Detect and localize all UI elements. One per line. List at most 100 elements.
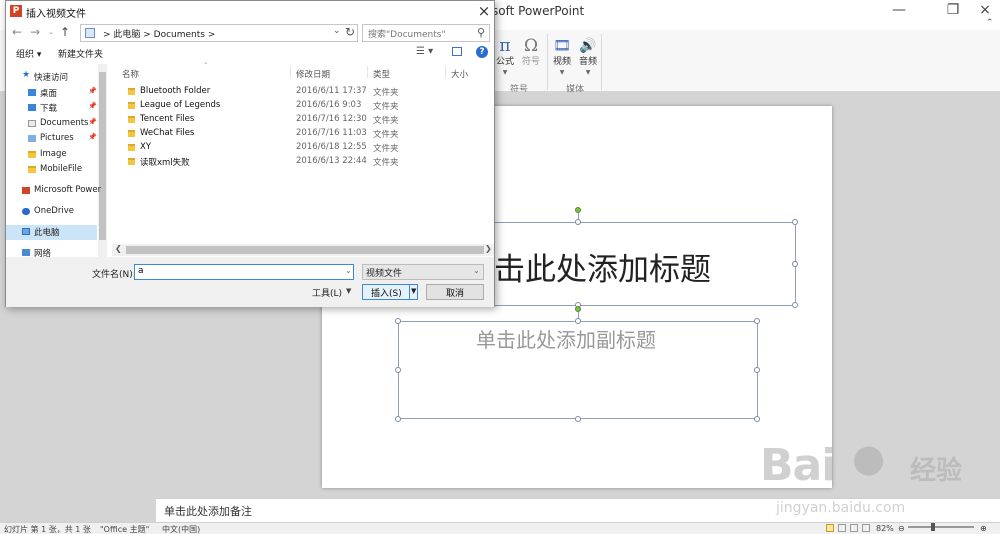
dialog-toolbar: 组织 ▾ 新建文件夹 ☰ ▾ ? [6,44,494,64]
zoom-level[interactable]: 82% [876,524,894,533]
nav-item-desktop[interactable]: 桌面 📌 [6,86,98,101]
folder-icon [28,166,36,173]
nav-item-microsoft-powerpoint[interactable]: Microsoft Power [6,184,101,199]
resize-handle[interactable] [792,302,798,308]
horizontal-scrollbar-thumb[interactable] [126,246,484,254]
nav-item-label: 桌面 [40,89,58,99]
zoom-in-icon[interactable]: ⊕ [980,524,987,533]
resize-handle[interactable] [575,416,581,422]
tools-button[interactable]: 工具(L) [312,286,342,299]
help-icon[interactable]: ? [476,46,488,58]
pin-icon[interactable]: 📌 [88,87,97,95]
file-row[interactable]: XY 2016/6/18 12:55 文件夹 [112,141,494,155]
symbol-button[interactable]: Ω 符号 [516,36,546,68]
zoom-slider-thumb[interactable] [931,523,935,531]
nav-item-network[interactable]: 网络 [6,246,98,257]
close-window-button[interactable]: × [962,0,1000,22]
nav-item-quick-access[interactable]: ★ 快速访问 [6,70,98,85]
new-folder-button[interactable]: 新建文件夹 [58,47,103,60]
resize-handle[interactable] [754,318,760,324]
caret-down-icon[interactable]: ▼ [411,287,416,295]
file-row[interactable]: WeChat Files 2016/7/16 11:03 文件夹 [112,127,494,141]
recent-locations-icon[interactable]: ⌄ [44,28,58,36]
column-header-name[interactable]: 名称 [122,68,139,80]
column-divider[interactable] [290,66,291,78]
column-header-type[interactable]: 类型 [373,68,390,80]
audio-button[interactable]: 🔊 音频 ▼ [573,36,603,77]
chevron-down-icon[interactable]: ⌄ [473,266,480,275]
nav-item-downloads[interactable]: 下载 📌 [6,101,98,116]
slide-sorter-icon[interactable] [838,524,846,532]
column-divider[interactable] [445,66,446,78]
search-icon[interactable]: ⚲ [477,26,485,39]
zoom-slider[interactable] [908,526,974,528]
nav-item-this-pc[interactable]: 此电脑 [6,225,97,240]
filetype-select[interactable]: 视频文件 ⌄ [362,264,484,280]
nav-item-image[interactable]: Image [6,148,98,163]
normal-view-icon[interactable] [826,524,834,532]
zoom-out-icon[interactable]: ⊖ [898,524,905,533]
insert-button[interactable]: 插入(S) ▼ [362,284,418,300]
dialog-close-button[interactable]: × [474,2,494,20]
column-header-date[interactable]: 修改日期 [296,68,330,80]
watermark-url: jingyan.baidu.com [776,500,906,516]
resize-handle[interactable] [792,261,798,267]
scroll-left-icon[interactable]: ❮ [115,244,122,253]
nav-item-mobilefile[interactable]: MobileFile [6,163,98,178]
breadcrumb[interactable]: > 此电脑 > Documents > [103,27,215,40]
nav-item-documents[interactable]: Documents 📌 [6,117,98,132]
nav-item-pictures[interactable]: Pictures 📌 [6,132,98,147]
nav-item-label: Image [40,149,67,159]
file-row[interactable]: 读取xml失败 2016/6/13 22:44 文件夹 [112,155,494,169]
resize-handle[interactable] [395,367,401,373]
ribbon-collapse-icon[interactable]: ⌃ [986,18,994,28]
language-indicator[interactable]: 中文(中国) [162,524,200,534]
nav-item-onedrive[interactable]: OneDrive [6,205,98,220]
resize-handle[interactable] [395,416,401,422]
nav-scrollbar[interactable] [98,64,107,257]
file-name: 读取xml失败 [140,158,190,168]
resize-handle[interactable] [792,219,798,225]
slideshow-icon[interactable] [862,524,870,532]
file-row[interactable]: Bluetooth Folder 2016/6/11 17:37 文件夹 [112,85,494,99]
filename-input[interactable]: a ⌄ [134,264,354,280]
pin-icon[interactable]: 📌 [88,133,97,141]
chevron-down-icon[interactable]: ⌄ [333,26,341,36]
nav-item-label: Pictures [40,133,74,143]
file-row[interactable]: Tencent Files 2016/7/16 12:30 文件夹 [112,113,494,127]
powerpoint-icon: P [10,5,22,17]
chevron-down-icon[interactable]: ⌄ [345,266,352,275]
back-arrow-icon[interactable]: ← [10,25,24,39]
up-arrow-icon[interactable]: ↑ [58,25,72,39]
search-input[interactable]: 搜索"Documents" ⚲ [362,24,490,42]
resize-handle[interactable] [395,318,401,324]
refresh-icon[interactable]: ↻ [345,25,355,39]
nav-scrollbar-thumb[interactable] [99,72,106,240]
dialog-title: 插入视频文件 [26,9,86,20]
resize-handle[interactable] [754,367,760,373]
cancel-button[interactable]: 取消 [426,284,484,300]
scroll-right-icon[interactable]: ❯ [485,244,492,253]
horizontal-scrollbar[interactable]: ❮ ❯ [112,244,494,256]
column-header-size[interactable]: 大小 [451,68,468,80]
address-bar[interactable]: > 此电脑 > Documents > ⌄ ↻ [80,24,358,42]
file-date: 2016/6/13 22:44 [296,156,367,166]
dialog-titlebar: P 插入视频文件 × [6,1,494,22]
view-options-icon[interactable]: ☰ ▾ [416,46,433,57]
pin-icon[interactable]: 📌 [88,118,97,126]
minimize-button[interactable]: — [876,0,922,22]
pin-icon[interactable]: 📌 [88,102,97,110]
organize-button[interactable]: 组织 ▾ [16,47,41,60]
theme-name[interactable]: "Office 主题" [100,524,149,534]
caret-down-icon[interactable]: ▼ [346,287,351,295]
preview-pane-icon[interactable] [452,47,462,56]
file-row[interactable]: League of Legends 2016/6/16 9:03 文件夹 [112,99,494,113]
forward-arrow-icon[interactable]: → [28,25,42,39]
baidu-watermark: Bai ● 经验 jingyan.baidu.com [760,430,1000,534]
desktop-icon [28,89,36,96]
reading-view-icon[interactable] [850,524,858,532]
resize-handle[interactable] [754,416,760,422]
resize-handle[interactable] [575,219,581,225]
column-divider[interactable] [367,66,368,78]
chevron-down-icon: ▼ [585,69,591,76]
